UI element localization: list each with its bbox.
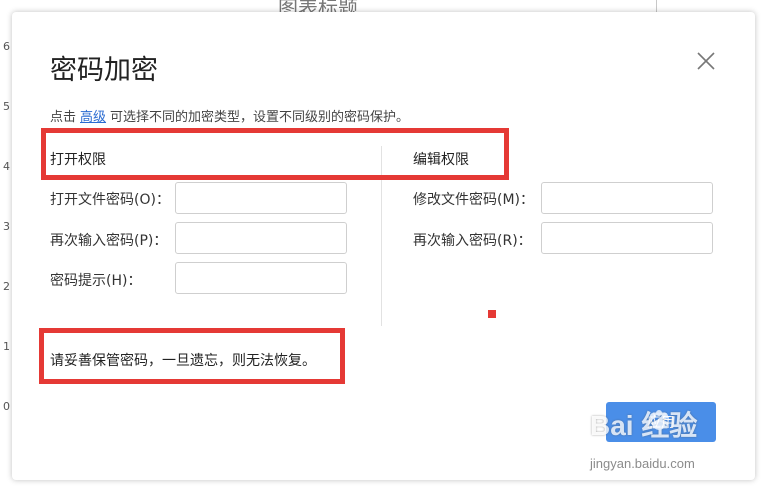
axis-tick: 1 [3, 340, 10, 353]
watermark-url: jingyan.baidu.com [590, 456, 695, 471]
annotation-dot [488, 310, 496, 318]
close-icon[interactable] [695, 50, 717, 72]
open-password-label: 打开文件密码(O)： [50, 192, 170, 208]
annotation-box-warning [39, 328, 345, 384]
axis-tick: 2 [3, 280, 10, 293]
advanced-link[interactable]: 高级 [80, 110, 106, 125]
hint-text: 点击 高级 可选择不同的加密类型，设置不同级别的密码保护。 [50, 106, 409, 125]
axis-tick: 5 [3, 100, 10, 113]
axis-tick: 3 [3, 220, 10, 233]
axis-tick: 0 [3, 400, 10, 413]
axis-tick: 6 [3, 40, 10, 53]
open-password-confirm-label: 再次输入密码(P)： [50, 233, 168, 249]
modify-password-label: 修改文件密码(M)： [413, 192, 535, 208]
modify-password-confirm-input[interactable] [541, 222, 713, 254]
open-password-confirm-input[interactable] [175, 222, 347, 254]
annotation-box-permissions [41, 128, 509, 180]
modify-password-confirm-label: 再次输入密码(R)： [413, 233, 532, 249]
password-hint-label: 密码提示(H)： [50, 273, 142, 289]
axis-tick: 4 [3, 160, 10, 173]
dialog-title: 密码加密 [50, 55, 158, 86]
baidu-watermark: Bai 经验 jingyan.baidu.com [590, 404, 740, 476]
paw-icon [650, 410, 668, 430]
watermark-brand: Bai 经验 [590, 410, 698, 441]
password-hint-input[interactable] [175, 262, 347, 294]
hint-suffix: 可选择不同的加密类型，设置不同级别的密码保护。 [110, 110, 410, 125]
modify-password-input[interactable] [541, 182, 713, 214]
open-password-input[interactable] [175, 182, 347, 214]
hint-prefix: 点击 [50, 110, 77, 125]
